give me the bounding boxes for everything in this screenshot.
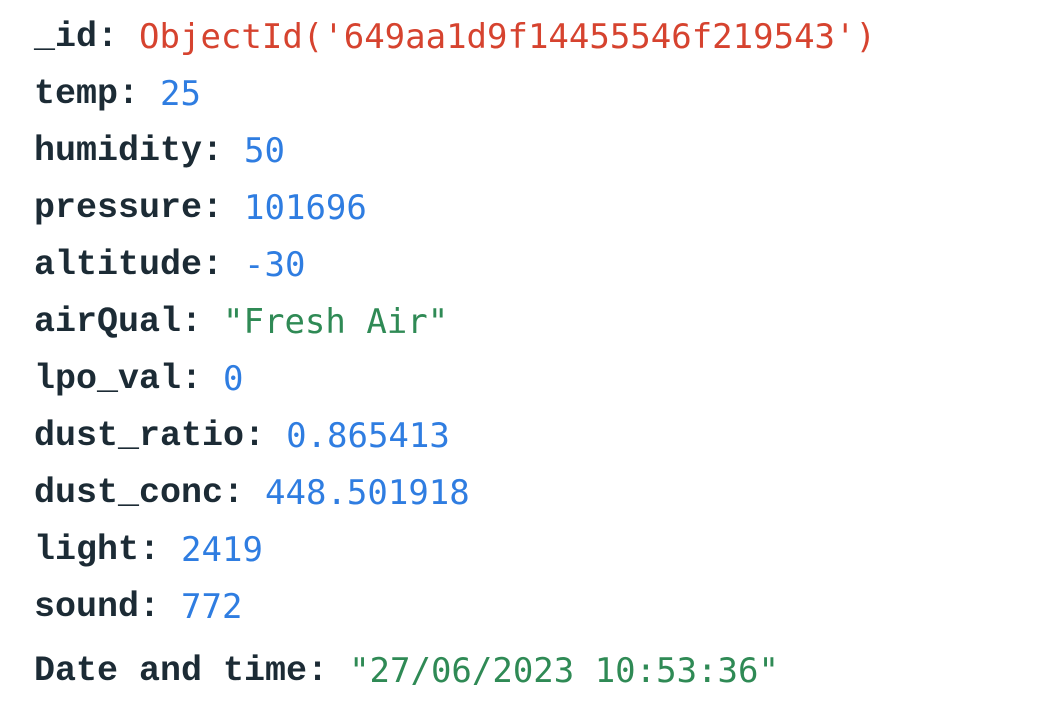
field-key: pressure <box>34 187 203 228</box>
field-humidity: humidity:50 <box>34 122 1034 179</box>
key-separator: : <box>202 130 224 171</box>
field-value[interactable]: 448.501918 <box>265 473 470 513</box>
key-separator: : <box>118 73 140 114</box>
field-value[interactable]: "Fresh Air" <box>223 302 448 342</box>
key-separator: : <box>139 529 161 570</box>
field-key: temp <box>34 73 119 114</box>
field-lpo-val: lpo_val:0 <box>34 350 1034 407</box>
field-value[interactable]: 25 <box>160 74 201 114</box>
field-airqual: airQual: "Fresh Air" <box>34 293 1034 350</box>
key-separator: : <box>139 586 161 627</box>
field-temp: temp:25 <box>34 65 1034 122</box>
field-dust-conc: dust_conc:448.501918 <box>34 464 1034 521</box>
document-view: _id: ObjectId('649aa1d9f14455546f219543')… <box>34 8 1034 699</box>
field-key: altitude <box>34 244 203 285</box>
field-pressure: pressure:101696 <box>34 179 1034 236</box>
field-value[interactable]: 50 <box>244 131 285 171</box>
field-value[interactable]: 0.865413 <box>286 416 450 456</box>
field-dust-ratio: dust_ratio:0.865413 <box>34 407 1034 464</box>
key-separator: : <box>202 244 224 285</box>
field-key: sound <box>34 586 140 627</box>
key-separator: : <box>307 650 329 691</box>
field-light: light:2419 <box>34 521 1034 578</box>
field-value[interactable]: 2419 <box>181 530 263 570</box>
field-key: airQual <box>34 301 182 342</box>
field-sound: sound:772 <box>34 578 1034 635</box>
field-key: dust_conc <box>34 472 224 513</box>
field-altitude: altitude: -30 <box>34 236 1034 293</box>
key-separator: : <box>202 187 224 228</box>
key-separator: : <box>181 358 203 399</box>
field-id: _id: ObjectId('649aa1d9f14455546f219543') <box>34 8 1034 65</box>
field-key: humidity <box>34 130 203 171</box>
field-value[interactable]: 101696 <box>244 188 367 228</box>
field-date-and-time: Date and time: "27/06/2023 10:53:36" <box>34 642 1034 699</box>
field-key: _id <box>34 16 98 57</box>
key-separator: : <box>223 472 245 513</box>
field-value[interactable]: ObjectId('649aa1d9f14455546f219543') <box>139 17 876 57</box>
field-key: dust_ratio <box>34 415 245 456</box>
field-key: lpo_val <box>34 358 182 399</box>
key-separator: : <box>244 415 266 456</box>
field-value[interactable]: -30 <box>244 245 305 285</box>
field-key: light <box>34 529 140 570</box>
field-value[interactable]: 772 <box>181 587 242 627</box>
field-key: Date and time <box>34 650 308 691</box>
field-value[interactable]: "27/06/2023 10:53:36" <box>349 651 779 691</box>
key-separator: : <box>181 301 203 342</box>
key-separator: : <box>97 16 119 57</box>
field-value[interactable]: 0 <box>223 359 243 399</box>
